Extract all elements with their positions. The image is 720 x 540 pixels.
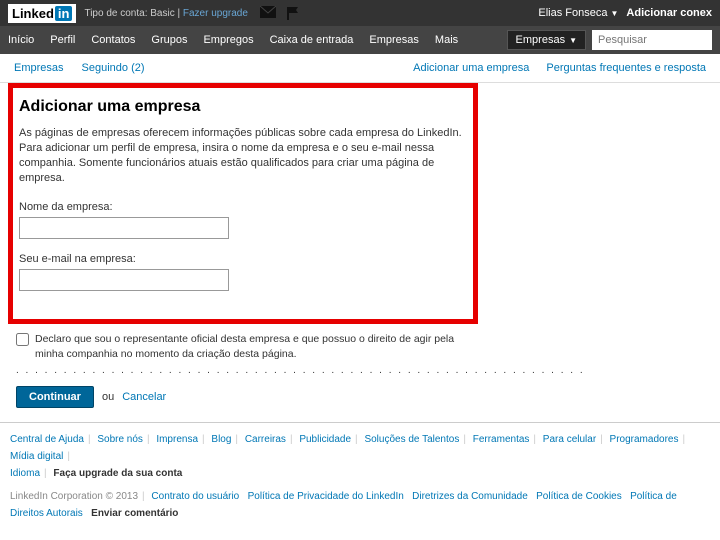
company-email-label: Seu e-mail na empresa: (19, 253, 467, 265)
copyright: LinkedIn Corporation © 2013 (10, 491, 138, 502)
footer-privacy[interactable]: Política de Privacidade do LinkedIn (248, 491, 404, 502)
logo-text: Linked (12, 6, 54, 21)
sub-nav: Empresas Seguindo (2) Adicionar uma empr… (0, 54, 720, 83)
topbar: Linkedin Tipo de conta: Basic | Fazer up… (0, 0, 720, 26)
nav-empresas[interactable]: Empresas (369, 34, 419, 46)
subnav-empresas[interactable]: Empresas (14, 62, 64, 74)
subnav-add-company[interactable]: Adicionar uma empresa (413, 62, 529, 74)
user-name: Elias Fonseca (538, 7, 607, 19)
continue-button[interactable]: Continuar (16, 386, 94, 408)
upgrade-link[interactable]: Fazer upgrade (183, 8, 248, 19)
footer-language[interactable]: Idioma (10, 468, 40, 479)
footer-row-2: LinkedIn Corporation © 2013| Contrato do… (10, 488, 710, 522)
footer-user-agreement[interactable]: Contrato do usuário (151, 491, 239, 502)
flag-icon[interactable] (286, 6, 300, 20)
footer-press[interactable]: Imprensa (156, 434, 198, 445)
nav-grupos[interactable]: Grupos (151, 34, 187, 46)
footer-careers[interactable]: Carreiras (245, 434, 286, 445)
linkedin-logo[interactable]: Linkedin (8, 4, 76, 23)
or-text: ou (102, 391, 114, 403)
topbar-right: Elias Fonseca ▼ Adicionar conex (538, 7, 712, 19)
highlight-box: Adicionar uma empresa As páginas de empr… (8, 83, 478, 324)
footer: Central de Ajuda| Sobre nós| Imprensa| B… (0, 422, 720, 536)
footer-help[interactable]: Central de Ajuda (10, 434, 84, 445)
footer-feedback[interactable]: Enviar comentário (91, 508, 178, 519)
chevron-down-icon: ▼ (569, 36, 577, 45)
separator-dots: . . . . . . . . . . . . . . . . . . . . … (16, 365, 704, 376)
cancel-link[interactable]: Cancelar (122, 391, 166, 403)
footer-upgrade[interactable]: Faça upgrade da sua conta (53, 468, 182, 479)
search-input[interactable] (592, 30, 712, 50)
footer-row-1: Central de Ajuda| Sobre nós| Imprensa| B… (10, 431, 710, 482)
company-name-input[interactable] (19, 217, 229, 239)
declaration-checkbox[interactable] (16, 333, 29, 346)
footer-guidelines[interactable]: Diretrizes da Comunidade (412, 491, 528, 502)
footer-cookies[interactable]: Política de Cookies (536, 491, 622, 502)
action-row: Continuar ou Cancelar (16, 386, 704, 408)
footer-media[interactable]: Mídia digital (10, 451, 63, 462)
footer-ads[interactable]: Publicidade (299, 434, 351, 445)
nav-contatos[interactable]: Contatos (91, 34, 135, 46)
logo-in: in (55, 6, 73, 21)
company-email-input[interactable] (19, 269, 229, 291)
subnav-right: Adicionar uma empresa Perguntas frequent… (399, 62, 706, 74)
main-nav: Início Perfil Contatos Grupos Empregos C… (0, 26, 720, 54)
footer-about[interactable]: Sobre nós (97, 434, 143, 445)
search-category-dropdown[interactable]: Empresas ▼ (507, 30, 586, 50)
subnav-faq[interactable]: Perguntas frequentes e resposta (546, 62, 706, 74)
subnav-seguindo[interactable]: Seguindo (2) (82, 62, 145, 74)
footer-blog[interactable]: Blog (211, 434, 231, 445)
footer-talent[interactable]: Soluções de Talentos (364, 434, 459, 445)
page-description: As páginas de empresas oferecem informaç… (19, 126, 467, 185)
nav-inbox[interactable]: Caixa de entrada (270, 34, 354, 46)
top-icons (260, 6, 300, 20)
dropdown-label: Empresas (516, 34, 566, 46)
footer-mobile[interactable]: Para celular (543, 434, 596, 445)
user-menu[interactable]: Elias Fonseca ▼ (538, 7, 618, 19)
declaration-row: Declaro que sou o representante oficial … (16, 332, 476, 360)
nav-perfil[interactable]: Perfil (50, 34, 75, 46)
page-title: Adicionar uma empresa (19, 98, 467, 116)
footer-tools[interactable]: Ferramentas (473, 434, 530, 445)
nav-empregos[interactable]: Empregos (203, 34, 253, 46)
nav-mais[interactable]: Mais (435, 34, 458, 46)
company-name-label: Nome da empresa: (19, 201, 467, 213)
mail-icon[interactable] (260, 6, 276, 20)
content: Adicionar uma empresa As páginas de empr… (0, 83, 720, 408)
account-type-label: Tipo de conta: Basic (84, 8, 174, 19)
add-connection-link[interactable]: Adicionar conex (626, 7, 712, 19)
nav-inicio[interactable]: Início (8, 34, 34, 46)
account-type: Tipo de conta: Basic | Fazer upgrade (84, 8, 247, 19)
footer-devs[interactable]: Programadores (610, 434, 679, 445)
chevron-down-icon: ▼ (611, 9, 619, 18)
nav-right: Empresas ▼ (507, 30, 712, 50)
declaration-label: Declaro que sou o representante oficial … (35, 332, 476, 360)
